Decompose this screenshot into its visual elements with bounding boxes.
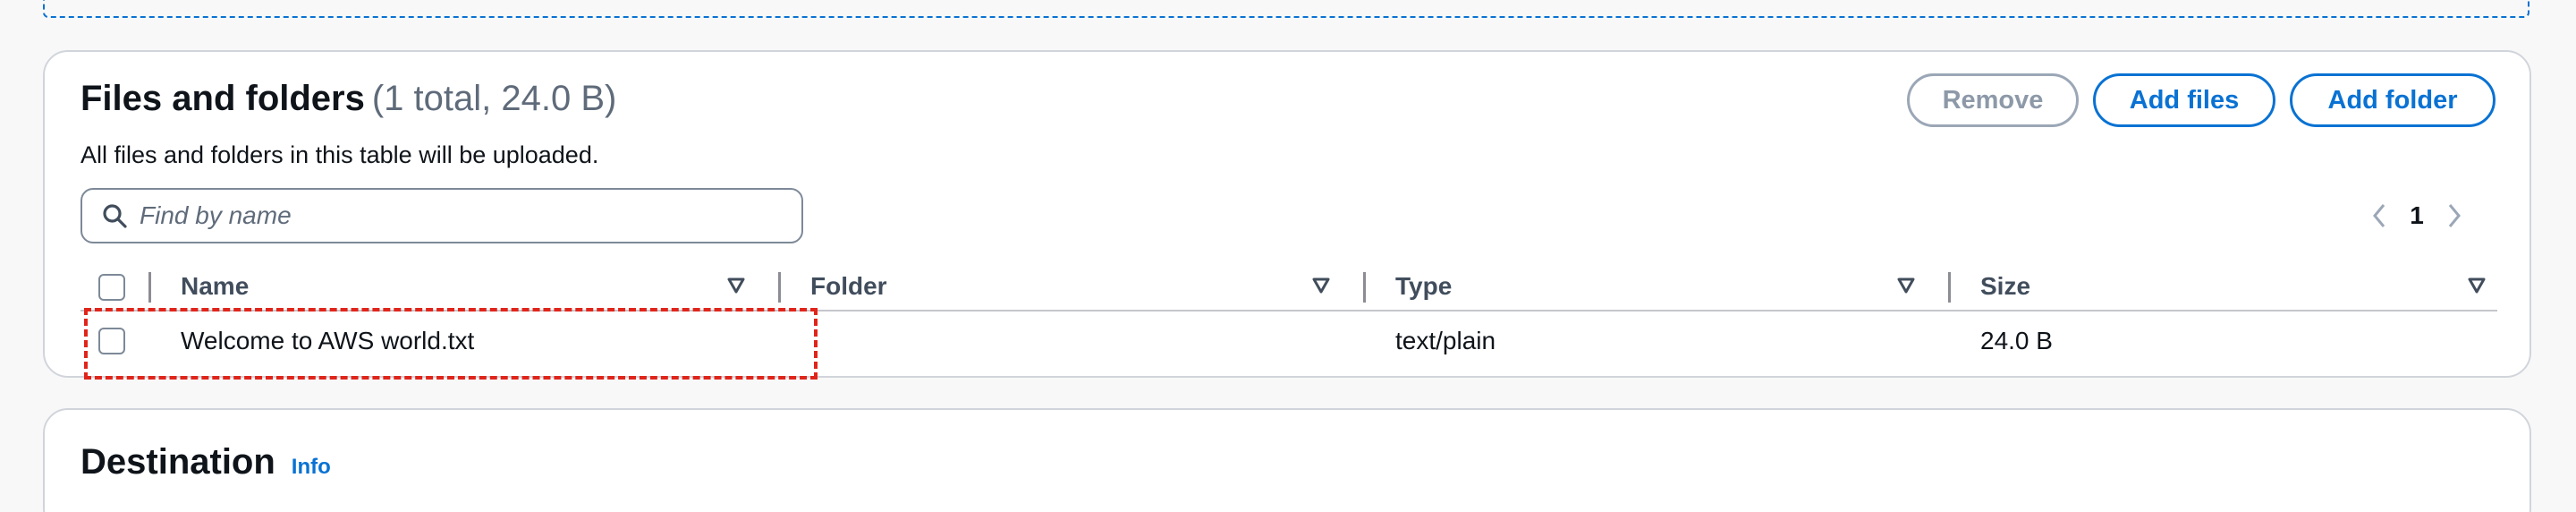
row-highlight-annotation [84,308,818,380]
select-all-checkbox[interactable] [98,274,125,301]
panel-description: All files and folders in this table will… [80,141,599,168]
panel-title: Files and folders [80,79,365,118]
current-page[interactable]: 1 [2397,201,2436,230]
search-icon [103,204,127,228]
files-counter: (1 total, 24.0 B) [371,79,617,118]
add-folder-button[interactable]: Add folder [2290,73,2496,127]
chevron-left-icon [2373,204,2385,227]
destination-panel: Destination Info [43,408,2531,512]
search-input[interactable] [140,201,766,230]
sort-icon[interactable] [2467,276,2487,295]
column-header-size[interactable]: Size [1980,263,2030,310]
table-header: Name Folder Type Size [80,263,2497,311]
sort-icon[interactable] [1311,276,1331,295]
sort-icon[interactable] [1896,276,1916,295]
column-header-type[interactable]: Type [1395,263,1452,310]
sort-icon[interactable] [726,276,746,295]
column-divider[interactable] [1948,272,1951,303]
next-page-button[interactable] [2436,193,2472,238]
add-files-button[interactable]: Add files [2093,73,2275,127]
info-link[interactable]: Info [292,455,331,480]
pagination: 1 [2361,193,2472,238]
column-header-folder[interactable]: Folder [810,263,887,310]
destination-title: Destination [80,442,275,482]
files-and-folders-panel: Files and folders (1 total, 24.0 B) All f… [43,50,2531,380]
chevron-right-icon [2448,204,2461,227]
column-divider [148,272,151,303]
remove-button[interactable]: Remove [1907,73,2079,127]
column-divider[interactable] [1363,272,1366,303]
destination-header: Destination Info [80,442,331,482]
column-header-name[interactable]: Name [181,263,249,310]
upload-drop-zone[interactable] [43,0,2529,18]
cell-type: text/plain [1395,327,1496,354]
cell-size: 24.0 B [1980,327,2053,354]
panel-header: Files and folders (1 total, 24.0 B) [80,79,616,119]
previous-page-button[interactable] [2361,193,2397,238]
search-box[interactable] [80,188,803,243]
column-divider[interactable] [778,272,781,303]
